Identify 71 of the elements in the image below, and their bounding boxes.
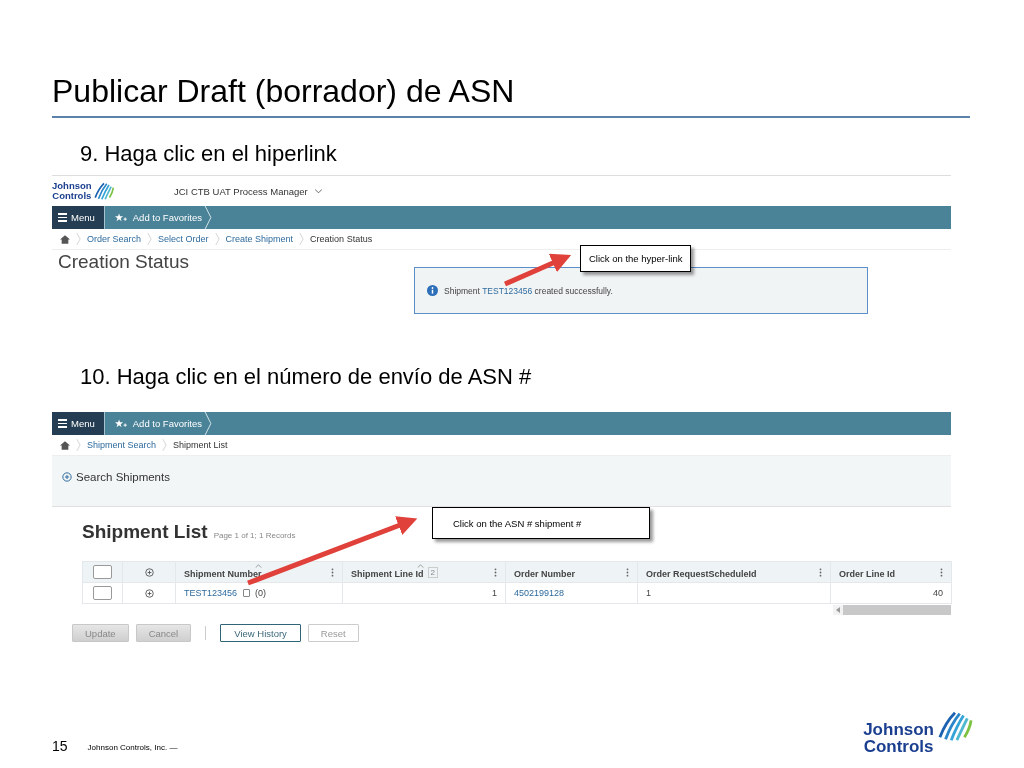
step-instruction: 10. Haga clic en el número de envío de ASN # (80, 364, 533, 390)
menu-button[interactable]: Menu (52, 206, 104, 229)
sort-caret-icon (254, 564, 262, 568)
shipment-link[interactable]: TEST123456 (482, 285, 533, 296)
breadcrumb-current: Creation Status (310, 234, 373, 244)
expand-icon[interactable] (62, 472, 72, 482)
callout-box: Click on the ASN # shipment # (432, 507, 650, 539)
star-plus-icon (114, 213, 128, 222)
sort-caret-icon (416, 564, 424, 568)
star-plus-icon (114, 419, 128, 428)
column-menu-icon[interactable] (331, 567, 334, 577)
table-cell: 1 (646, 588, 651, 598)
column-menu-icon[interactable] (626, 567, 629, 577)
chevron-icon (76, 438, 81, 452)
callout-arrow (504, 253, 572, 287)
message-text: Shipment TEST123456 created successfully. (444, 285, 613, 296)
sort-order-badge: 2 (427, 566, 438, 578)
record-info: Page 1 of 1; 1 Records (213, 531, 296, 540)
home-icon[interactable] (60, 234, 70, 244)
search-panel-title[interactable]: Search Shipments (76, 471, 170, 483)
chevron-icon (299, 232, 305, 246)
list-heading: Shipment List (82, 521, 208, 543)
table-link[interactable]: 4502199128 (514, 588, 565, 598)
step-instruction: 9. Haga clic en el hiperlink (80, 141, 338, 167)
logo-waves-icon (92, 181, 115, 201)
callout-box: Click on the hyper-link (580, 245, 692, 272)
breadcrumb-current: Shipment List (173, 440, 228, 450)
checkbox[interactable] (93, 586, 112, 600)
count-text: (0) (243, 588, 267, 598)
add-to-favorites-button[interactable]: Add to Favorites (103, 412, 204, 435)
column-menu-icon[interactable] (494, 567, 497, 577)
expand-icon[interactable] (144, 567, 154, 577)
breadcrumb-link[interactable]: Shipment Search (87, 440, 157, 450)
menu-button[interactable]: Menu (52, 412, 104, 435)
column-header[interactable]: Shipment Line Id (351, 564, 424, 580)
app-name[interactable]: JCI CTB UAT Process Manager (174, 185, 308, 197)
table-cell: 40 (933, 588, 943, 598)
column-header[interactable]: Order RequestScheduleId (646, 564, 757, 580)
info-icon (427, 285, 438, 296)
page-number: 15 (52, 739, 68, 753)
logo-text: Johnson Controls (52, 181, 92, 201)
chevron-icon (76, 232, 81, 246)
menu-icon (58, 419, 67, 428)
menu-icon (58, 213, 67, 222)
footer-text: Johnson Controls, Inc. — (87, 743, 178, 753)
chevron-icon (203, 206, 212, 229)
slide-title: Publicar Draft (borrador) de ASN (52, 72, 516, 110)
checkbox[interactable] (93, 565, 112, 579)
chevron-icon (214, 232, 220, 246)
table-link[interactable]: TEST123456 (184, 588, 238, 598)
table-cell: 1 (492, 588, 497, 598)
horizontal-scrollbar[interactable] (833, 605, 951, 615)
caret-icon[interactable] (314, 188, 322, 194)
breadcrumb-link[interactable]: Create Shipment (225, 234, 294, 244)
home-icon[interactable] (60, 440, 70, 450)
page-heading: Creation Status (58, 251, 190, 273)
column-header[interactable]: Order Line Id (839, 564, 895, 580)
add-to-favorites-button[interactable]: Add to Favorites (103, 206, 204, 229)
chevron-icon (203, 412, 212, 435)
chevron-icon (162, 438, 168, 452)
breadcrumb-link[interactable]: Order Search (87, 234, 142, 244)
chevron-icon (147, 232, 153, 246)
logo-text: Johnson Controls (863, 721, 934, 755)
logo-waves-icon (936, 709, 974, 743)
column-header[interactable]: Order Number (514, 564, 575, 580)
breadcrumb-link[interactable]: Select Order (158, 234, 209, 244)
column-menu-icon[interactable] (819, 567, 822, 577)
expand-icon[interactable] (144, 588, 154, 598)
column-header[interactable]: Shipment Number (184, 564, 262, 580)
action-button[interactable]: View History (220, 624, 301, 642)
column-menu-icon[interactable] (940, 567, 943, 577)
